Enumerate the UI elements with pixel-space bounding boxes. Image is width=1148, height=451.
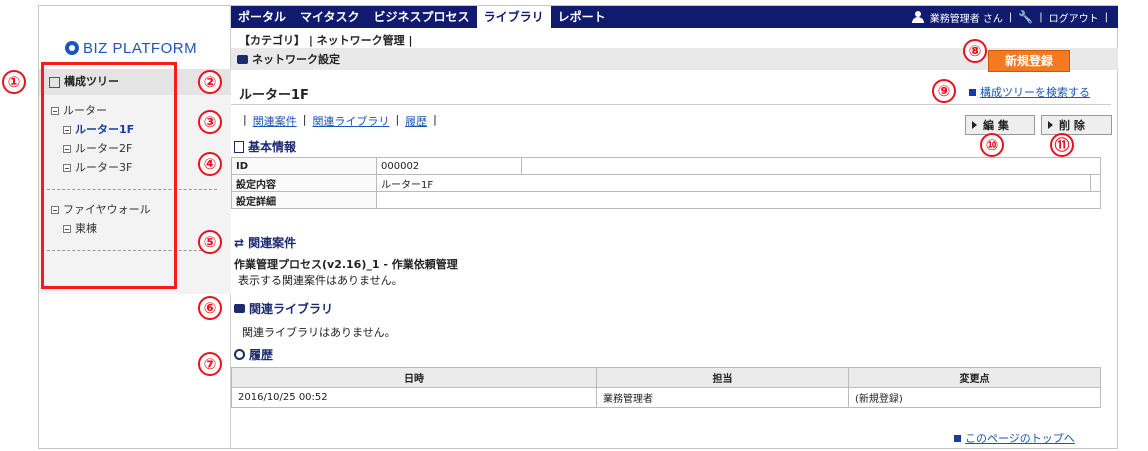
new-register-button[interactable]: 新規登録 (988, 50, 1070, 72)
marker-10: ⑩ (980, 133, 1004, 157)
section-title: 履歴 (249, 348, 274, 362)
related-library-empty: 関連ライブラリはありません。 (242, 326, 396, 339)
nav-library[interactable]: ライブラリ (476, 6, 551, 28)
highlight-frame (41, 62, 177, 289)
info-value: ルーター1F (375, 174, 1092, 192)
top-nav: ポータル マイタスク ビジネスプロセス ライブラリ レポート 業務管理者 さん … (231, 6, 1118, 28)
breadcrumb[interactable]: 【カテゴリ】 | ネットワーク管理 | (239, 32, 413, 48)
subheader-title: ネットワーク設定 (252, 53, 340, 66)
bullet-icon (969, 88, 976, 96)
page-top-link[interactable]: このページのトップへ (954, 430, 1075, 446)
nav-portal[interactable]: ポータル (231, 6, 293, 28)
info-value (376, 191, 1101, 209)
user-icon (911, 11, 924, 23)
marker-6: ⑥ (198, 296, 222, 320)
info-value: 000002 (376, 157, 522, 175)
clock-icon (234, 349, 245, 360)
logo-icon (65, 41, 79, 55)
nav-mytask[interactable]: マイタスク (293, 6, 367, 28)
history-table: 日時 担当 変更点 2016/10/25 00:52 業務管理者 (新規登録) (231, 367, 1101, 408)
marker-9: ⑨ (932, 79, 956, 103)
play-icon (1048, 121, 1053, 129)
database-icon (234, 304, 245, 313)
page-title: ルーター1F (239, 88, 309, 103)
marker-5: ⑤ (198, 230, 222, 254)
marker-11: ⑪ (1050, 133, 1074, 157)
section-history: 履歴 (234, 346, 273, 363)
marker-7: ⑦ (198, 352, 222, 376)
section-title: 関連ライブラリ (249, 302, 334, 316)
logout-link[interactable]: ログアウト (1049, 10, 1099, 25)
info-key: ID (231, 157, 377, 175)
table-row: 設定詳細 (231, 191, 1101, 209)
user-name: 業務管理者 さん (929, 13, 1003, 25)
nav-separator: | (1104, 11, 1108, 23)
marker-8: ⑧ (963, 39, 987, 63)
nav-separator: | (1039, 11, 1043, 23)
delete-label: 削 除 (1059, 119, 1085, 132)
column-header: 変更点 (848, 367, 1101, 388)
document-icon (234, 140, 244, 153)
tab-separator: | (243, 113, 247, 126)
section-basic-info: 基本情報 (234, 138, 296, 155)
nav-report[interactable]: レポート (551, 6, 613, 28)
history-user: 業務管理者 (596, 387, 849, 408)
marker-4: ④ (198, 152, 222, 176)
info-empty (1090, 174, 1101, 192)
history-datetime: 2016/10/25 00:52 (231, 387, 597, 408)
table-row: 2016/10/25 00:52 業務管理者 (新規登録) (231, 387, 1101, 408)
edit-label: 編 集 (983, 119, 1009, 132)
title-divider (231, 104, 1111, 105)
play-icon (972, 121, 977, 129)
page-top-label: このページのトップへ (965, 432, 1075, 445)
history-change: (新規登録) (848, 387, 1101, 408)
tab-separator: | (302, 113, 307, 126)
info-empty (521, 157, 1101, 175)
info-key: 設定内容 (231, 174, 377, 192)
column-header: 日時 (231, 367, 597, 388)
table-row: 設定内容 ルーター1F (231, 174, 1101, 192)
section-related-cases: ⇄ 関連案件 (234, 234, 296, 251)
marker-2: ② (198, 70, 222, 94)
logo-text: BIZ PLATFORM (83, 39, 198, 57)
section-title: 基本情報 (248, 140, 297, 154)
tab-links: | 関連案件 | 関連ライブラリ | 履歴 | (243, 113, 437, 129)
nav-business-process[interactable]: ビジネスプロセス (367, 6, 477, 28)
bullet-icon (954, 434, 961, 442)
table-row: ID 000002 (231, 157, 1101, 175)
logo[interactable]: BIZ PLATFORM (65, 38, 197, 58)
table-header-row: 日時 担当 変更点 (231, 367, 1101, 388)
section-related-library: 関連ライブラリ (234, 300, 333, 317)
delete-button[interactable]: 削 除 (1041, 115, 1112, 135)
sync-icon: ⇄ (234, 235, 245, 250)
tab-related-library[interactable]: 関連ライブラリ (312, 113, 389, 129)
tab-related-cases[interactable]: 関連案件 (253, 113, 297, 129)
nav-user-area: 業務管理者 さん | 🔧 | ログアウト | (911, 6, 1108, 28)
tab-history[interactable]: 履歴 (405, 113, 427, 129)
wrench-icon[interactable]: 🔧 (1018, 10, 1033, 24)
info-key: 設定詳細 (231, 191, 377, 209)
tab-separator: | (395, 113, 400, 126)
basic-info-table: ID 000002 設定内容 ルーター1F 設定詳細 (231, 157, 1101, 209)
marker-3: ③ (198, 110, 222, 134)
search-tree-label: 構成ツリーを検索する (980, 86, 1090, 99)
app-frame: BIZ PLATFORM 構成ツリー ルーター ルーター1F ルーター2F ルー… (38, 5, 1118, 449)
nav-separator: | (1008, 11, 1013, 23)
database-icon (237, 54, 248, 64)
related-process-name: 作業管理プロセス(v2.16)_1 - 作業依頼管理 (234, 258, 458, 271)
section-title: 関連案件 (248, 236, 297, 250)
related-cases-empty: 表示する関連案件はありません。 (238, 274, 403, 287)
marker-1: ① (2, 70, 26, 94)
column-header: 担当 (596, 367, 849, 388)
edit-button[interactable]: 編 集 (965, 115, 1035, 135)
search-tree-link[interactable]: 構成ツリーを検索する (969, 84, 1090, 100)
tab-separator: | (433, 113, 437, 126)
